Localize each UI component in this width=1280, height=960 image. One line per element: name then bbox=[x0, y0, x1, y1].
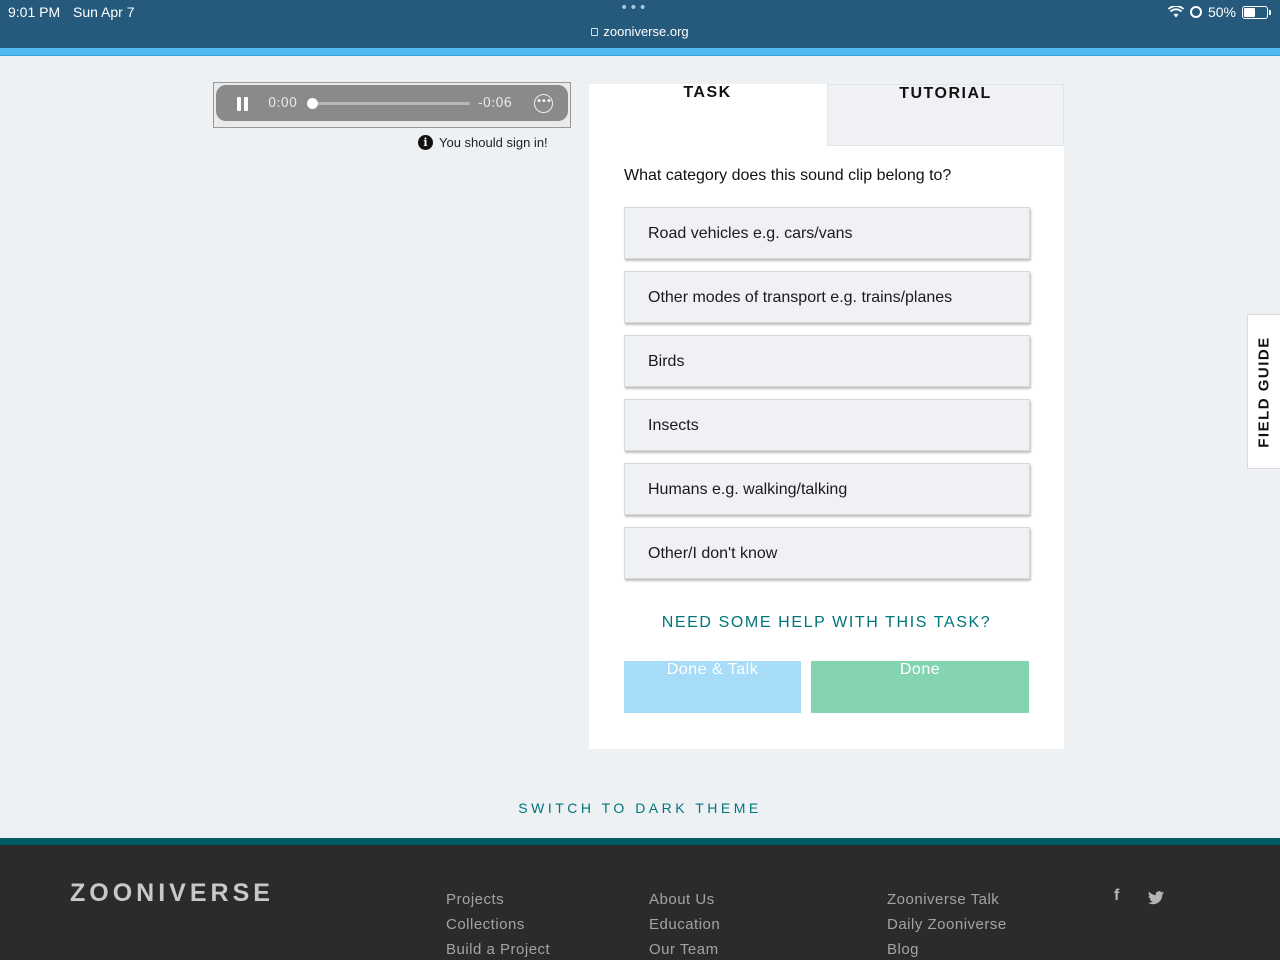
footer-link-our-team[interactable]: Our Team bbox=[649, 937, 720, 960]
battery-percent: 50% bbox=[1207, 4, 1236, 20]
audio-scrubber[interactable] bbox=[307, 98, 470, 109]
wifi-icon bbox=[1167, 6, 1184, 18]
footer-link-about-us[interactable]: About Us bbox=[649, 887, 720, 912]
status-icons: 50% bbox=[1167, 4, 1271, 20]
more-options-icon[interactable]: ••• bbox=[534, 94, 553, 113]
task-question: What category does this sound clip belon… bbox=[624, 167, 952, 184]
rotation-lock-icon bbox=[1189, 6, 1202, 18]
more-dots-icon[interactable]: ••• bbox=[620, 0, 648, 16]
signin-text: You should sign in! bbox=[439, 134, 548, 150]
signin-notice: i You should sign in! bbox=[418, 132, 571, 152]
audio-remaining-time: -0:06 bbox=[478, 96, 512, 111]
tab-task[interactable]: TASK bbox=[589, 84, 826, 146]
site-footer: ZOONIVERSE Projects Collections Build a … bbox=[0, 838, 1280, 960]
url-text: zooniverse.org bbox=[603, 24, 689, 39]
battery-icon bbox=[1242, 5, 1271, 19]
answer-birds[interactable]: Birds bbox=[624, 335, 1030, 387]
header-accent-bar bbox=[0, 48, 1280, 56]
done-and-talk-button[interactable]: Done & Talk bbox=[624, 661, 801, 713]
field-guide-tab[interactable]: FIELD GUIDE bbox=[1247, 314, 1280, 469]
footer-link-daily-zooniverse[interactable]: Daily Zooniverse bbox=[887, 912, 1007, 937]
footer-link-build-project[interactable]: Build a Project bbox=[446, 937, 550, 960]
zooniverse-logo[interactable]: ZOONIVERSE bbox=[70, 879, 274, 908]
status-time: 9:01 PM bbox=[8, 4, 61, 20]
switch-dark-theme-link[interactable]: SWITCH TO DARK THEME bbox=[0, 800, 1280, 816]
address-bar[interactable]: zooniverse.org bbox=[0, 24, 1280, 39]
answer-insects[interactable]: Insects bbox=[624, 399, 1030, 451]
twitter-icon[interactable] bbox=[1148, 891, 1164, 905]
status-date: Sun Apr 7 bbox=[73, 4, 135, 20]
answer-other-transport[interactable]: Other modes of transport e.g. trains/pla… bbox=[624, 271, 1030, 323]
footer-column-projects: Projects Collections Build a Project bbox=[446, 887, 550, 960]
task-panel: TASK TUTORIAL What category does this so… bbox=[589, 84, 1064, 749]
facebook-icon[interactable]: f bbox=[1114, 887, 1119, 905]
tab-tutorial[interactable]: TUTORIAL bbox=[827, 84, 1064, 146]
footer-link-projects[interactable]: Projects bbox=[446, 887, 550, 912]
field-guide-label: FIELD GUIDE bbox=[1255, 335, 1273, 448]
audio-controls: 0:00 -0:06 ••• bbox=[216, 85, 568, 121]
footer-column-talk: Zooniverse Talk Daily Zooniverse Blog bbox=[887, 887, 1007, 960]
task-help-link[interactable]: NEED SOME HELP WITH THIS TASK? bbox=[589, 614, 1064, 632]
footer-link-blog[interactable]: Blog bbox=[887, 937, 1007, 960]
pause-icon[interactable] bbox=[236, 97, 249, 111]
footer-link-zooniverse-talk[interactable]: Zooniverse Talk bbox=[887, 887, 1007, 912]
answer-humans[interactable]: Humans e.g. walking/talking bbox=[624, 463, 1030, 515]
audio-current-time: 0:00 bbox=[268, 96, 298, 111]
lock-icon bbox=[591, 28, 599, 36]
footer-link-education[interactable]: Education bbox=[649, 912, 720, 937]
footer-link-collections[interactable]: Collections bbox=[446, 912, 550, 937]
answer-list: Road vehicles e.g. cars/vans Other modes… bbox=[624, 207, 1030, 591]
answer-road-vehicles[interactable]: Road vehicles e.g. cars/vans bbox=[624, 207, 1030, 259]
status-bar: 9:01 PM Sun Apr 7 ••• zooniverse.org 50% bbox=[0, 0, 1280, 48]
info-icon: i bbox=[418, 134, 433, 150]
done-button[interactable]: Done bbox=[811, 661, 1029, 713]
answer-other-unknown[interactable]: Other/I don't know bbox=[624, 527, 1030, 579]
audio-scrubber-thumb[interactable] bbox=[307, 98, 318, 109]
audio-player: 0:00 -0:06 ••• bbox=[213, 82, 571, 128]
footer-column-about: About Us Education Our Team bbox=[649, 887, 720, 960]
